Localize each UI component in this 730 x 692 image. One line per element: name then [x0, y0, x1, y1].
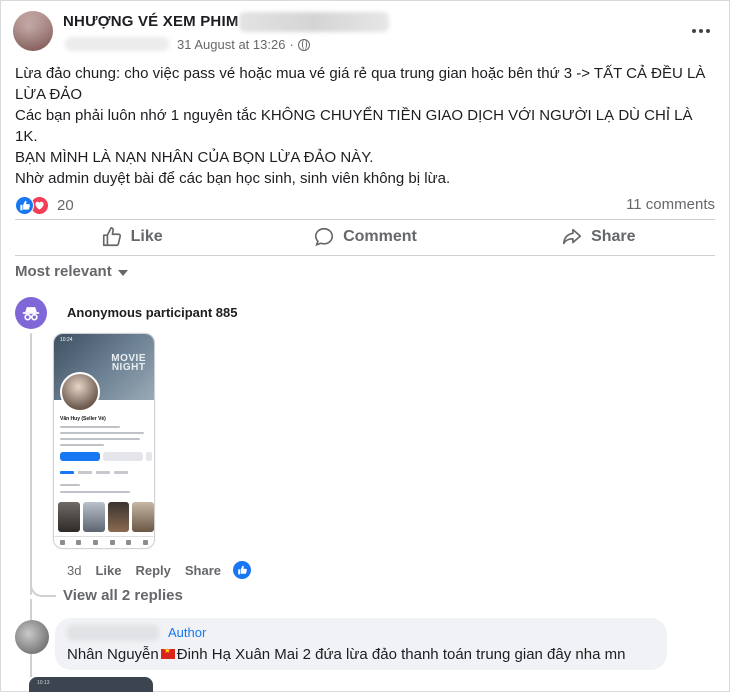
post-timestamp[interactable]: 31 August at 13:26: [177, 37, 285, 52]
profile-name: Văn Huy (Seller Vé): [60, 416, 106, 422]
like-button[interactable]: Like: [15, 221, 248, 253]
profile-text-line: [60, 484, 80, 486]
share-label: Share: [591, 228, 636, 245]
profile-more-button: [146, 452, 152, 461]
comment-time[interactable]: 3d: [67, 563, 81, 578]
phone-nav-bar: [54, 536, 154, 548]
divider: [15, 255, 715, 256]
anonymous-avatar[interactable]: [15, 297, 47, 329]
profile-message-button: [103, 452, 143, 461]
post-body: Lừa đảo chung: cho việc pass vé hoặc mua…: [15, 63, 715, 189]
divider: [15, 219, 715, 220]
reactions-summary[interactable]: 20: [15, 195, 74, 215]
next-image-attachment[interactable]: 10:13: [29, 677, 153, 692]
post-card: NHƯỢNG VÉ XEM PHIM C 31 August at 13:26 …: [0, 0, 730, 692]
redacted-commenter-name: [67, 625, 159, 641]
comment-share-button[interactable]: Share: [185, 563, 221, 578]
comment-image-attachment[interactable]: 10:24 MOVIE NIGHT Văn Huy (Seller Vé): [53, 333, 155, 549]
profile-photos: [58, 502, 154, 532]
post-meta: 31 August at 13:26 ·: [177, 37, 310, 52]
cover-text: MOVIE NIGHT: [111, 354, 146, 373]
commenter-avatar[interactable]: [15, 620, 49, 654]
ellipsis-icon[interactable]: [687, 21, 715, 41]
cover-text-line: NIGHT: [111, 362, 146, 373]
profile-text-line: [60, 438, 140, 440]
profile-tabs: [60, 468, 150, 476]
sort-comments-dropdown[interactable]: Most relevant: [15, 263, 128, 280]
profile-picture: [60, 372, 100, 412]
profile-text-line: [60, 426, 120, 428]
comment-label: Comment: [343, 228, 417, 245]
profile-primary-button: [60, 452, 100, 461]
comment-actions: 3d Like Reply Share: [67, 561, 252, 579]
phone-time: 10:13: [37, 680, 50, 686]
post-line: BẠN MÌNH LÀ NẠN NHÂN CỦA BỌN LỪA ĐẢO NÀY…: [15, 149, 374, 166]
view-replies-link[interactable]: View all 2 replies: [63, 587, 183, 604]
share-button[interactable]: Share: [482, 221, 715, 253]
mentioned-user[interactable]: Nhân Nguyễn: [67, 646, 159, 663]
comment-text: Nhân Nguyễn Đinh Hạ Xuân Mai 2 đứa lừa đả…: [67, 646, 625, 663]
thumbs-up-icon: [102, 227, 121, 247]
comment-reply-button[interactable]: Reply: [135, 563, 170, 578]
phone-time: 10:24: [60, 337, 73, 343]
thread-line: [30, 333, 32, 595]
page-avatar[interactable]: [13, 11, 53, 51]
redacted-meta: [65, 37, 169, 51]
thumbs-up-reaction-icon[interactable]: [233, 561, 252, 579]
post-line: Nhờ admin duyệt bài để các bạn học sinh,…: [15, 170, 451, 187]
page-name[interactable]: NHƯỢNG VÉ XEM PHIM C: [63, 13, 254, 30]
thread-connector: [30, 561, 56, 597]
reaction-count: 20: [57, 196, 74, 214]
comment-like-button[interactable]: Like: [95, 563, 121, 578]
profile-text-line: [60, 432, 144, 434]
redacted-page-name: [239, 12, 389, 32]
sort-label: Most relevant: [15, 263, 112, 280]
post-header: NHƯỢNG VÉ XEM PHIM C 31 August at 13:26 …: [13, 9, 717, 57]
comment-button[interactable]: Comment: [248, 221, 481, 253]
thumbs-up-reaction-icon: [15, 195, 34, 215]
post-line: Lừa đảo chung: cho việc pass vé hoặc mua…: [15, 65, 706, 103]
profile-text-line: [60, 444, 104, 446]
comment-text-rest: Đinh Hạ Xuân Mai 2 đứa lừa đảo thanh toá…: [176, 646, 626, 663]
profile-text-line: [60, 491, 130, 493]
globe-icon: [297, 38, 310, 51]
share-arrow-icon: [563, 228, 582, 245]
comments-count-link[interactable]: 11 comments: [626, 196, 715, 213]
comment-author[interactable]: Anonymous participant 885: [67, 305, 237, 320]
post-line: Các bạn phải luôn nhớ 1 nguyên tắc KHÔNG…: [15, 107, 693, 145]
post-action-bar: Like Comment Share: [15, 221, 715, 253]
caret-down-icon: [117, 269, 128, 276]
vietnam-flag-icon: [160, 646, 175, 660]
speech-bubble-icon: [315, 227, 334, 247]
like-label: Like: [130, 228, 163, 245]
incognito-icon: [22, 307, 40, 321]
author-badge: Author: [168, 625, 207, 640]
